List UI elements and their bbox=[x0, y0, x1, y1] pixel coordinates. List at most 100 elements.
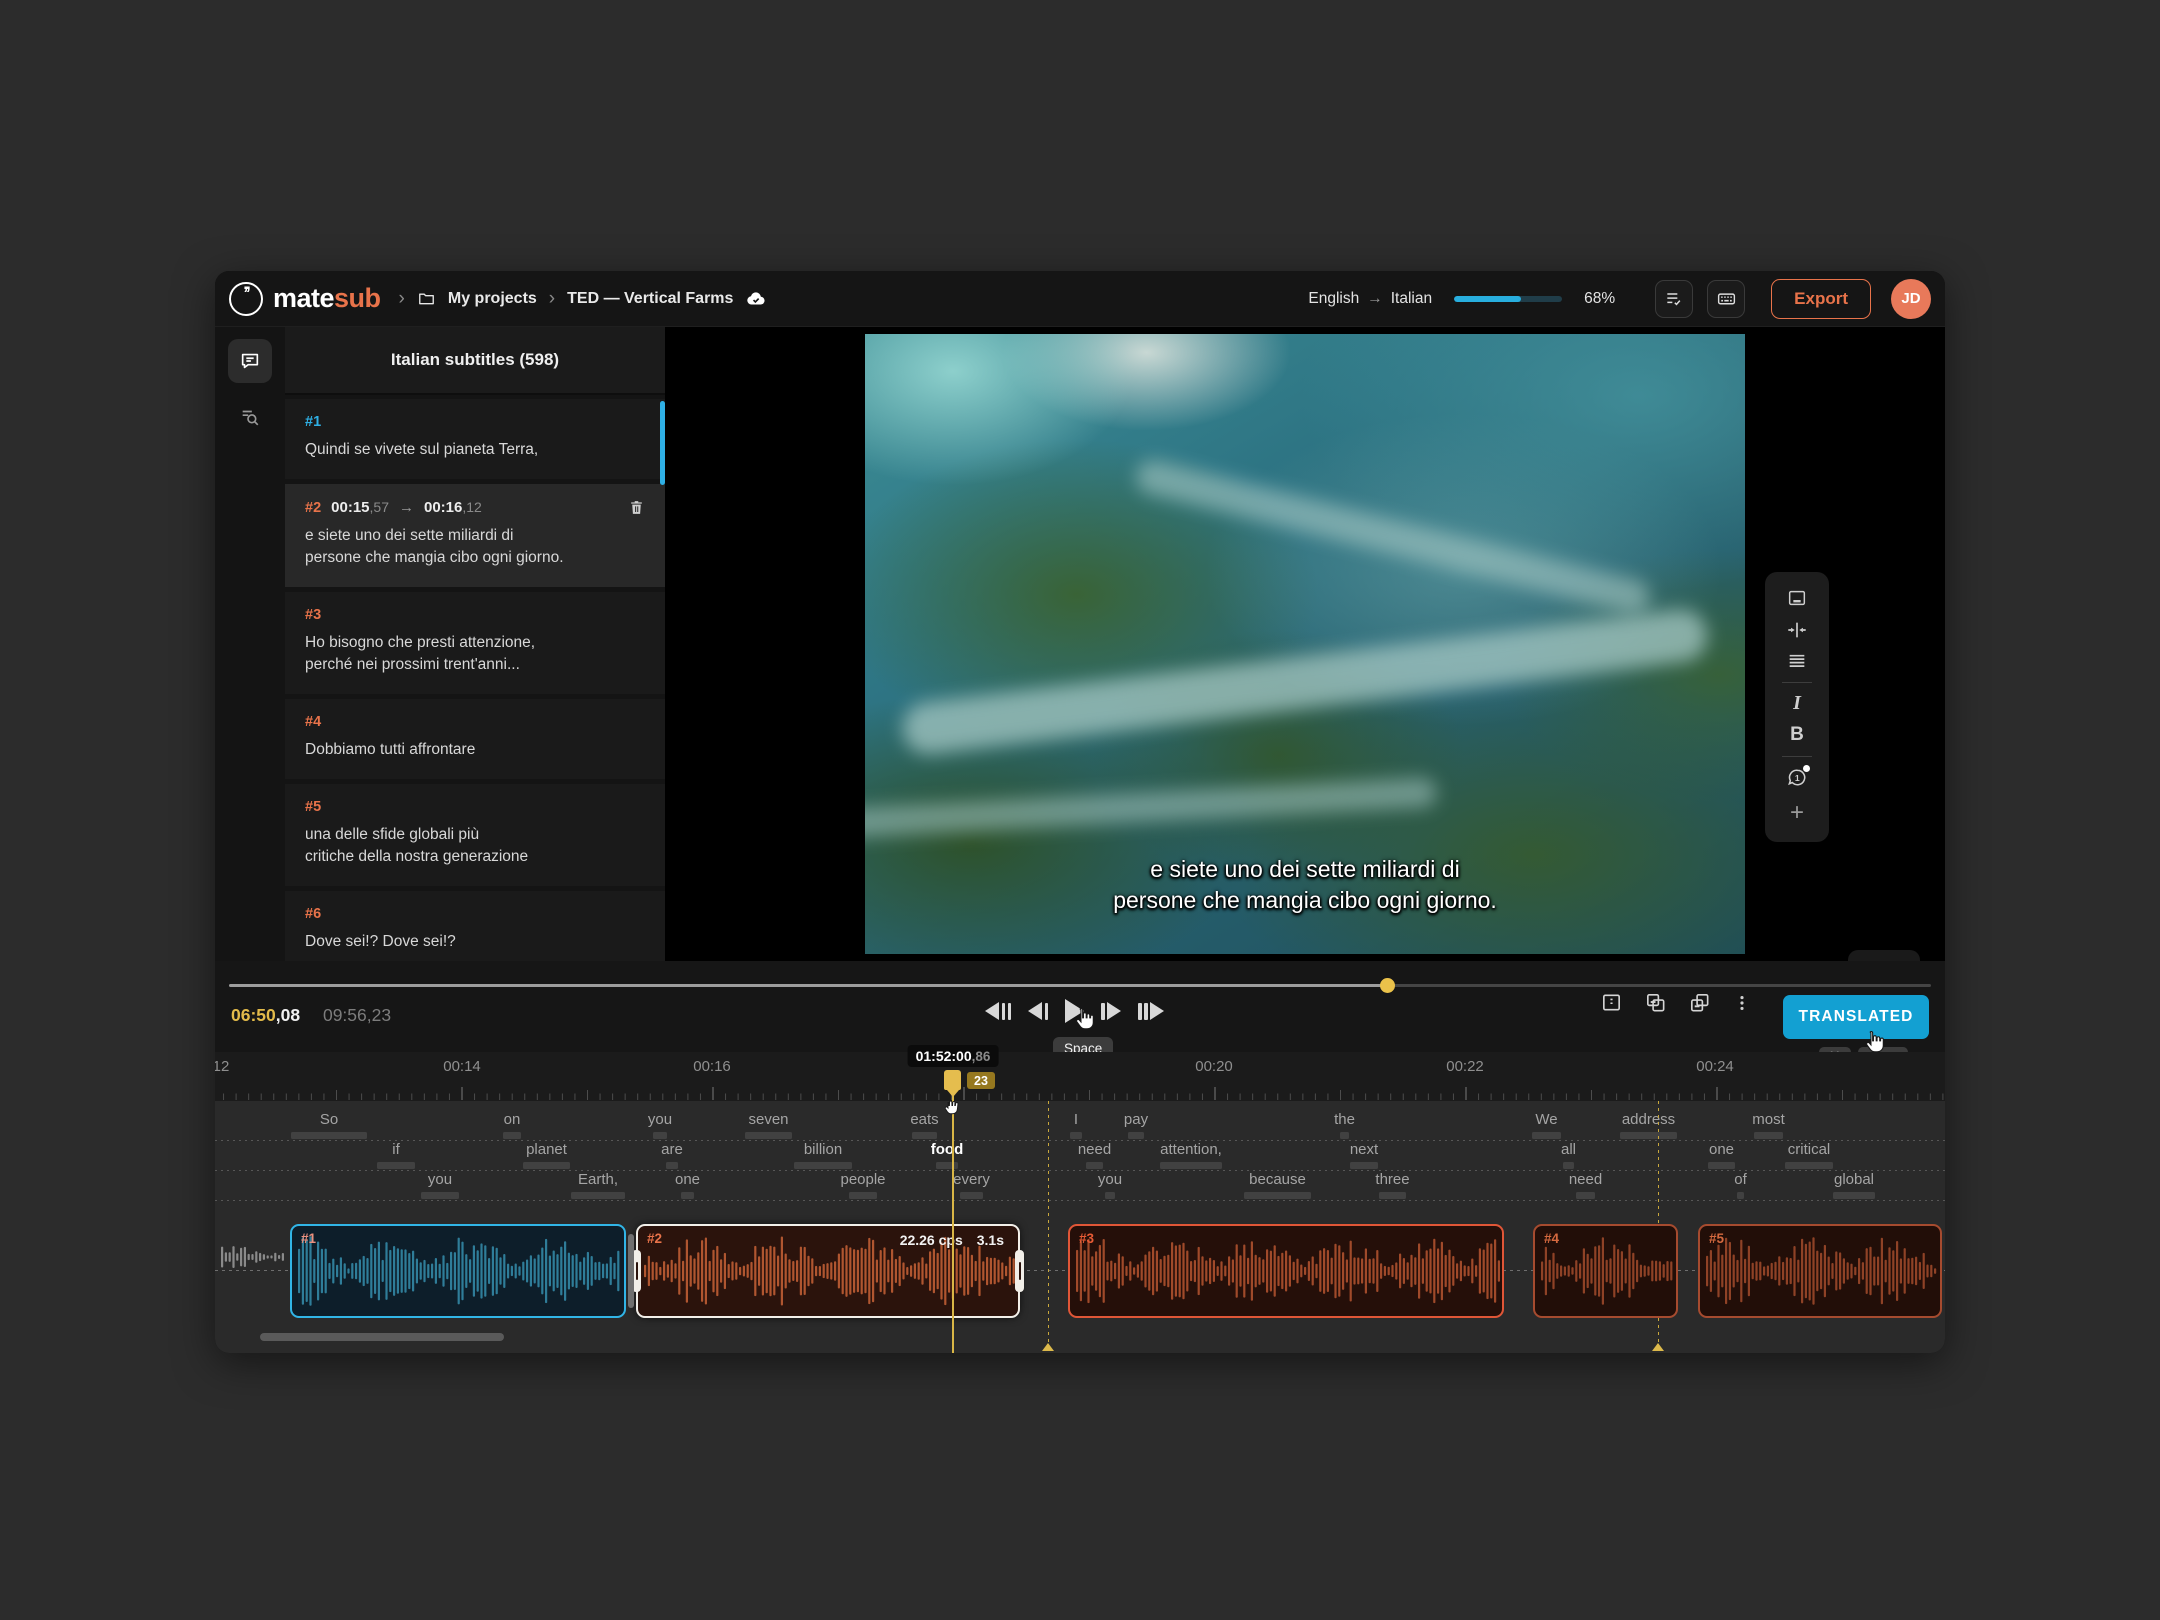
subtitle-item[interactable]: #6Dove sei!? Dove sei!? bbox=[285, 891, 665, 961]
duplicate-front-icon[interactable] bbox=[1688, 991, 1711, 1014]
align-lines-icon[interactable] bbox=[1786, 650, 1808, 672]
word-token[interactable]: Earth, bbox=[578, 1171, 618, 1188]
breadcrumb-project[interactable]: TED — Vertical Farms bbox=[567, 290, 733, 308]
user-avatar[interactable]: JD bbox=[1891, 279, 1931, 319]
word-duration-bar[interactable] bbox=[1244, 1192, 1311, 1199]
word-token[interactable]: attention, bbox=[1160, 1141, 1222, 1158]
word-duration-bar[interactable] bbox=[1340, 1132, 1349, 1139]
word-token[interactable]: billion bbox=[804, 1141, 842, 1158]
duplicate-back-icon[interactable] bbox=[1644, 991, 1667, 1014]
trim-handle-right[interactable] bbox=[1015, 1250, 1024, 1292]
word-token[interactable]: eats bbox=[910, 1111, 938, 1128]
word-duration-bar[interactable] bbox=[1833, 1192, 1875, 1199]
word-duration-bar[interactable] bbox=[421, 1192, 459, 1199]
word-duration-bar[interactable] bbox=[794, 1162, 852, 1169]
subtitle-start-time[interactable]: 00:15,57 bbox=[331, 499, 389, 516]
word-duration-bar[interactable] bbox=[1754, 1132, 1783, 1139]
word-duration-bar[interactable] bbox=[849, 1192, 877, 1199]
word-duration-bar[interactable] bbox=[377, 1162, 415, 1169]
subtitle-boundary-marker[interactable] bbox=[1048, 1101, 1049, 1344]
subtitle-item[interactable]: #3Ho bisogno che presti attenzione, perc… bbox=[285, 592, 665, 694]
play-button[interactable] bbox=[1065, 999, 1084, 1023]
word-token[interactable]: you bbox=[428, 1171, 452, 1188]
subtitles-panel-button[interactable] bbox=[228, 339, 272, 383]
word-token[interactable]: one bbox=[1709, 1141, 1734, 1158]
subtitle-block[interactable]: #3 bbox=[1068, 1224, 1504, 1318]
word-duration-bar[interactable] bbox=[1379, 1192, 1406, 1199]
word-token[interactable]: critical bbox=[1788, 1141, 1831, 1158]
word-token[interactable]: you bbox=[648, 1111, 672, 1128]
word-duration-bar[interactable] bbox=[291, 1132, 367, 1139]
trim-handle-gray[interactable] bbox=[628, 1234, 634, 1308]
word-duration-bar[interactable] bbox=[1350, 1162, 1378, 1169]
boundary-marker-triangle[interactable] bbox=[1042, 1343, 1054, 1351]
comments-icon[interactable]: 1 bbox=[1786, 766, 1809, 789]
word-token[interactable]: food bbox=[931, 1141, 963, 1158]
list-scroll-indicator[interactable] bbox=[660, 401, 665, 485]
subtitle-text[interactable]: una delle sfide globali più critiche del… bbox=[305, 824, 645, 868]
timeline-ruler[interactable]: 1200:1400:1600:2000:2200:24 bbox=[215, 1052, 1945, 1101]
seekbar-remaining[interactable] bbox=[1387, 984, 1931, 987]
playhead-line[interactable] bbox=[952, 1096, 954, 1353]
delete-subtitle-icon[interactable] bbox=[628, 499, 645, 516]
word-token[interactable]: you bbox=[1098, 1171, 1122, 1188]
subtitle-text[interactable]: Ho bisogno che presti attenzione, perché… bbox=[305, 632, 645, 676]
word-duration-bar[interactable] bbox=[1620, 1132, 1677, 1139]
playhead-flag[interactable] bbox=[944, 1070, 961, 1090]
word-duration-bar[interactable] bbox=[1086, 1162, 1103, 1169]
subtitle-text[interactable]: Dove sei!? Dove sei!? bbox=[305, 931, 645, 953]
matesub-logo[interactable]: ’’ matesub bbox=[229, 282, 381, 316]
word-duration-bar[interactable] bbox=[523, 1162, 570, 1169]
subtitle-block[interactable]: #4 bbox=[1533, 1224, 1678, 1318]
word-token[interactable]: on bbox=[504, 1111, 521, 1128]
subtitle-text[interactable]: e siete uno dei sette miliardi di person… bbox=[305, 525, 645, 569]
word-token[interactable]: one bbox=[675, 1171, 700, 1188]
breadcrumb-my-projects[interactable]: My projects bbox=[448, 290, 537, 308]
add-style-button[interactable]: + bbox=[1790, 799, 1804, 827]
word-token[interactable]: planet bbox=[526, 1141, 567, 1158]
frame-back-button[interactable] bbox=[1028, 1002, 1048, 1020]
video-frame[interactable]: e siete uno dei sette miliardi di person… bbox=[865, 334, 1745, 954]
word-duration-bar[interactable] bbox=[1708, 1162, 1735, 1169]
word-duration-bar[interactable] bbox=[912, 1132, 937, 1139]
subtitle-item[interactable]: #200:15,57→00:16,12e siete uno dei sette… bbox=[285, 484, 665, 587]
split-view-icon[interactable] bbox=[1600, 991, 1623, 1014]
word-token[interactable]: because bbox=[1249, 1171, 1306, 1188]
timeline-scrollbar[interactable] bbox=[260, 1333, 504, 1341]
word-token[interactable]: most bbox=[1752, 1111, 1785, 1128]
next-subtitle-button[interactable] bbox=[1138, 1002, 1164, 1020]
subtitle-item[interactable]: #5una delle sfide globali più critiche d… bbox=[285, 784, 665, 886]
word-duration-bar[interactable] bbox=[936, 1162, 958, 1169]
italic-button[interactable]: I bbox=[1793, 692, 1801, 715]
word-duration-bar[interactable] bbox=[681, 1192, 694, 1199]
boundary-marker-triangle[interactable] bbox=[1652, 1343, 1664, 1351]
word-duration-bar[interactable] bbox=[1532, 1132, 1561, 1139]
subtitle-block[interactable]: #5 bbox=[1698, 1224, 1942, 1318]
subtitle-item[interactable]: #4Dobbiamo tutti affrontare bbox=[285, 699, 665, 779]
word-token[interactable]: need bbox=[1569, 1171, 1602, 1188]
word-duration-bar[interactable] bbox=[1105, 1192, 1115, 1199]
word-duration-bar[interactable] bbox=[503, 1132, 521, 1139]
subtitle-block[interactable]: #1 bbox=[290, 1224, 626, 1318]
word-duration-bar[interactable] bbox=[653, 1132, 667, 1139]
kebab-menu-icon[interactable] bbox=[1732, 993, 1752, 1013]
word-duration-bar[interactable] bbox=[666, 1162, 678, 1169]
word-duration-bar[interactable] bbox=[1576, 1192, 1595, 1199]
word-token[interactable]: are bbox=[661, 1141, 683, 1158]
tasklist-button[interactable] bbox=[1655, 280, 1693, 318]
seekbar-thumb[interactable] bbox=[1380, 978, 1395, 993]
subtitle-end-time[interactable]: 00:16,12 bbox=[424, 499, 482, 516]
word-duration-bar[interactable] bbox=[960, 1192, 983, 1199]
word-token[interactable]: We bbox=[1535, 1111, 1557, 1128]
word-duration-bar[interactable] bbox=[1563, 1162, 1574, 1169]
word-token[interactable]: need bbox=[1078, 1141, 1111, 1158]
word-duration-bar[interactable] bbox=[571, 1192, 625, 1199]
search-list-button[interactable] bbox=[228, 395, 272, 439]
word-token[interactable]: So bbox=[320, 1111, 338, 1128]
word-token[interactable]: address bbox=[1622, 1111, 1675, 1128]
bold-button[interactable]: B bbox=[1790, 724, 1804, 746]
word-duration-bar[interactable] bbox=[1128, 1132, 1144, 1139]
translated-status-button[interactable]: TRANSLATED bbox=[1783, 995, 1929, 1039]
word-token[interactable]: pay bbox=[1124, 1111, 1148, 1128]
previous-subtitle-button[interactable] bbox=[985, 1002, 1011, 1020]
